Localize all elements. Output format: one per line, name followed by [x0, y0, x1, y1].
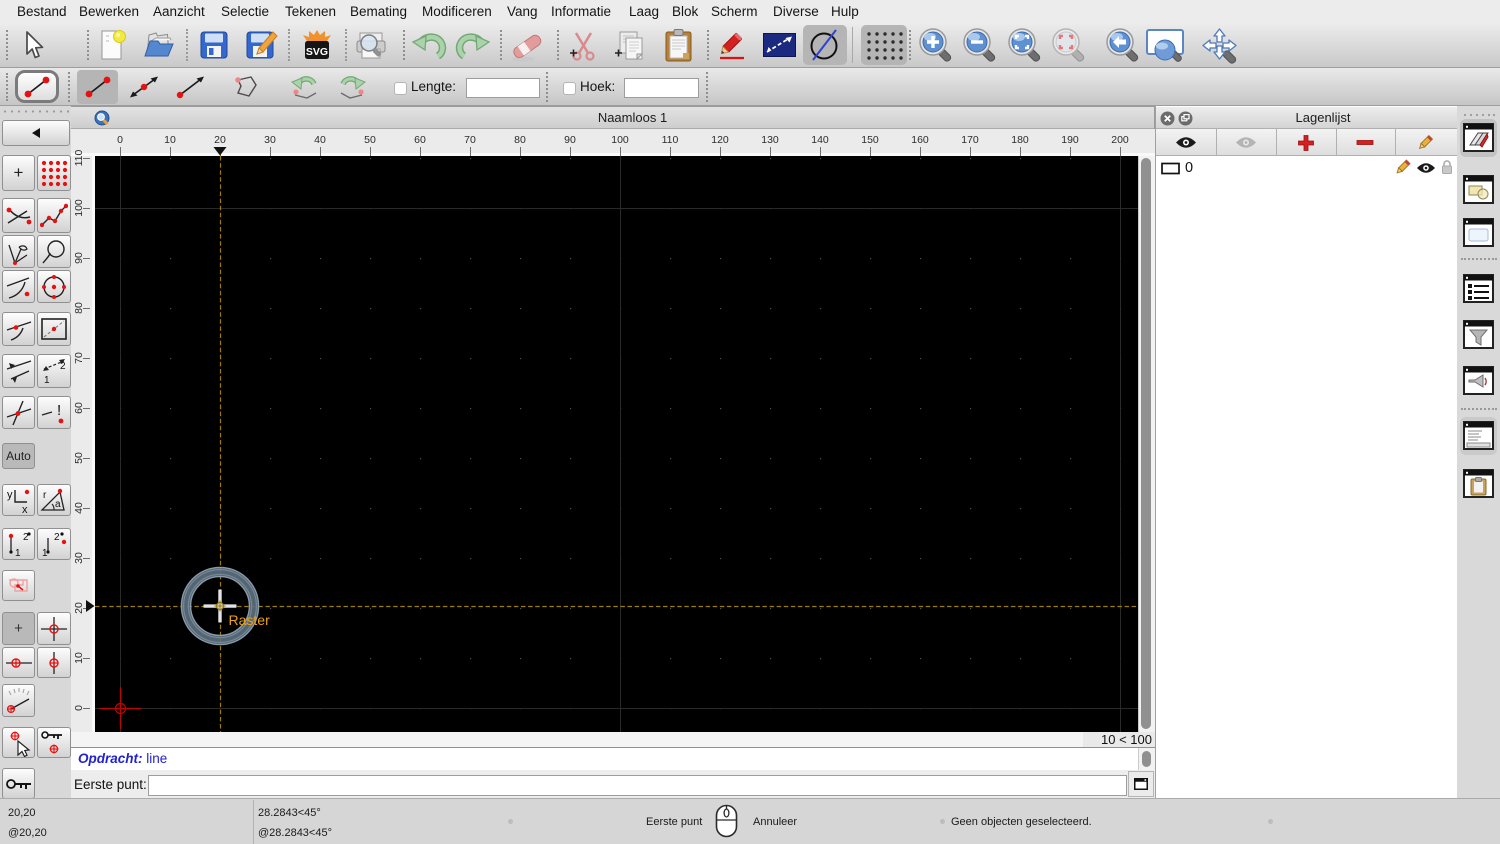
svg-text:110: 110 — [662, 134, 679, 146]
svg-text:100: 100 — [611, 134, 629, 146]
svg-text:0: 0 — [117, 134, 123, 146]
svg-text:1: 1 — [44, 375, 50, 385]
svg-text:a: a — [55, 499, 61, 510]
svg-text:190: 190 — [1061, 134, 1079, 146]
svg-text:SVG: SVG — [306, 46, 328, 58]
svg-text:30: 30 — [73, 552, 85, 564]
svg-text:170: 170 — [961, 134, 979, 146]
svg-text:40: 40 — [314, 134, 326, 146]
svg-text:90: 90 — [564, 134, 576, 146]
svg-text:20: 20 — [73, 602, 85, 614]
svg-text:20: 20 — [214, 134, 226, 146]
svg-text:10: 10 — [164, 134, 176, 146]
svg-text:r: r — [43, 490, 47, 501]
svg-text:70: 70 — [464, 134, 476, 146]
svg-text:x: x — [22, 504, 28, 514]
svg-text:100: 100 — [73, 199, 85, 217]
svg-text:50: 50 — [364, 134, 376, 146]
svg-text:60: 60 — [414, 134, 426, 146]
svg-text:30: 30 — [264, 134, 276, 146]
svg-text:10: 10 — [73, 652, 85, 664]
svg-text:140: 140 — [811, 134, 829, 146]
svg-text:180: 180 — [1011, 134, 1029, 146]
svg-text:160: 160 — [911, 134, 929, 146]
svg-text:80: 80 — [514, 134, 526, 146]
svg-text:150: 150 — [861, 134, 879, 146]
svg-text:200: 200 — [1111, 134, 1129, 146]
svg-text:70: 70 — [73, 352, 85, 364]
svg-text:80: 80 — [73, 302, 85, 314]
svg-text:120: 120 — [711, 134, 729, 146]
svg-text:!: ! — [57, 402, 61, 419]
svg-text:y: y — [7, 489, 13, 501]
svg-text:2: 2 — [60, 361, 66, 372]
svg-text:1: 1 — [15, 548, 21, 558]
svg-text:130: 130 — [761, 134, 779, 146]
svg-text:60: 60 — [73, 402, 85, 414]
svg-text:110: 110 — [73, 149, 85, 166]
svg-text:0: 0 — [73, 705, 85, 711]
svg-text:90: 90 — [73, 252, 85, 264]
svg-text:2: 2 — [54, 532, 60, 543]
svg-text:1: 1 — [42, 548, 48, 558]
svg-text:50: 50 — [73, 452, 85, 464]
svg-text:Raster: Raster — [229, 612, 271, 628]
svg-text:40: 40 — [73, 502, 85, 514]
